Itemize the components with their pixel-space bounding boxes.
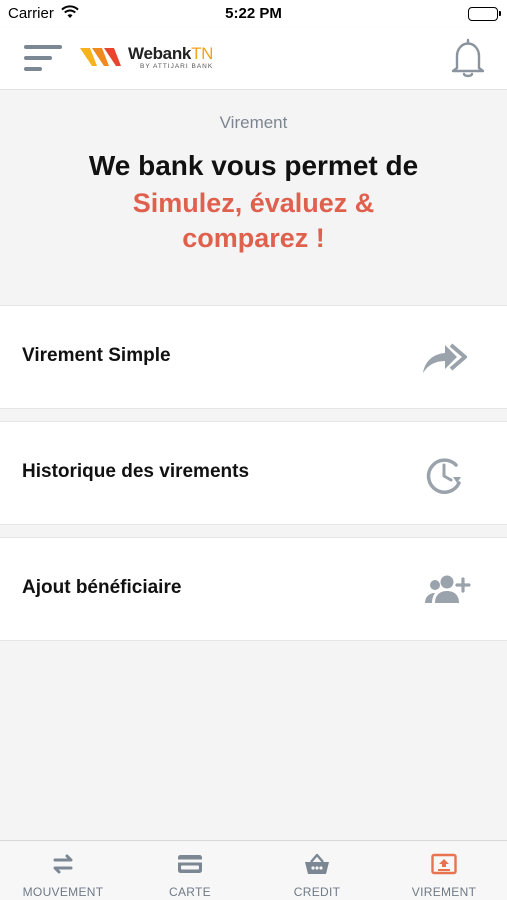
menu-item-label: Historique des virements — [22, 461, 250, 482]
credit-card-icon — [178, 855, 202, 873]
hero-tagline: Simulez, évaluez & comparez ! — [132, 188, 375, 253]
battery-icon — [468, 7, 501, 21]
logo-subtitle: BY ATTIJARI BANK — [140, 63, 214, 70]
status-bar: Carrier 5:22 PM — [0, 0, 507, 28]
hamburger-menu-icon[interactable] — [24, 44, 64, 72]
tab-label: CREDIT — [293, 885, 341, 899]
hero-headline: We bank vous permet de — [88, 150, 419, 181]
tab-label: VIREMENT — [411, 885, 477, 899]
menu-item-virement-simple[interactable]: Virement Simple — [0, 305, 507, 409]
tab-mouvement[interactable]: MOUVEMENT — [0, 841, 126, 900]
tab-label: MOUVEMENT — [22, 885, 104, 899]
webank-logo-mark-icon — [80, 48, 121, 66]
menu-item-label: Ajout bénéficiaire — [22, 577, 182, 598]
hero-section: Virement We bank vous permet de Simulez,… — [0, 90, 507, 305]
menu-item-ajout-beneficiaire[interactable]: Ajout bénéficiaire — [0, 537, 507, 641]
bell-icon[interactable] — [449, 38, 487, 78]
nav-bar: WebankTN BY ATTIJARI BANK — [0, 28, 507, 90]
tab-label: CARTE — [169, 885, 211, 899]
webank-logo: WebankTN BY ATTIJARI BANK — [80, 44, 220, 74]
add-user-icon — [425, 575, 471, 603]
logo-brand: Webank — [128, 44, 192, 63]
upload-box-icon — [431, 853, 457, 875]
section-title: Virement — [219, 113, 288, 132]
status-time: 5:22 PM — [225, 5, 282, 22]
transfer-arrows-icon — [53, 854, 73, 874]
menu-item-label: Virement Simple — [22, 345, 171, 366]
logo-wordmark: WebankTN — [128, 44, 213, 64]
logo-brand-suffix: TN — [191, 44, 214, 63]
tab-carte[interactable]: CARTE — [127, 841, 253, 900]
tab-bar: MOUVEMENT CARTE CREDIT VIREMENT — [0, 840, 507, 900]
history-clock-icon — [426, 458, 461, 494]
tab-credit[interactable]: CREDIT — [254, 841, 380, 900]
double-forward-arrow-icon — [423, 343, 467, 373]
basket-icon — [305, 853, 329, 874]
menu-item-historique-virements[interactable]: Historique des virements — [0, 421, 507, 525]
tab-virement[interactable]: VIREMENT — [381, 841, 507, 900]
